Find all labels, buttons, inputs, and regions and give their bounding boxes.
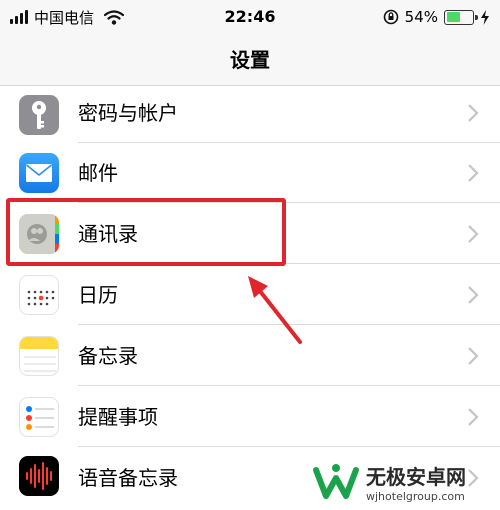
calendar-icon xyxy=(19,275,59,315)
chevron-right-icon xyxy=(468,104,479,122)
chevron-right-icon xyxy=(468,408,479,426)
charging-icon xyxy=(481,9,489,25)
chevron-right-icon xyxy=(468,286,479,304)
mail-icon xyxy=(19,153,59,193)
chevron-right-icon xyxy=(468,347,479,365)
chevron-right-icon xyxy=(468,225,479,243)
notes-icon xyxy=(19,336,59,376)
page-title: 设置 xyxy=(230,48,270,72)
status-right: 54% xyxy=(383,7,490,27)
battery-icon xyxy=(444,9,478,25)
watermark: 无极安卓网 wjhotelgroup.com xyxy=(312,458,498,506)
settings-row-reminders[interactable]: 提醒事项 xyxy=(0,387,500,447)
nav-bar: 设置 xyxy=(0,34,500,86)
highlight-box xyxy=(6,198,286,266)
row-label-reminders: 提醒事项 xyxy=(78,405,158,429)
orientation-lock-icon xyxy=(383,9,398,25)
row-label-voice-memos: 语音备忘录 xyxy=(78,466,178,490)
settings-row-passwords-accounts[interactable]: 密码与帐户 xyxy=(0,86,500,143)
voice-memos-icon xyxy=(19,456,59,496)
red-arrow-icon xyxy=(248,276,302,344)
battery-fill xyxy=(446,12,460,22)
status-bar: 中国电信 22:46 54% xyxy=(0,0,500,34)
settings-row-mail[interactable]: 邮件 xyxy=(0,143,500,203)
watermark-name: 无极安卓网 xyxy=(366,465,466,489)
row-label-notes: 备忘录 xyxy=(78,344,138,368)
chevron-right-icon xyxy=(468,164,479,182)
row-label-mail: 邮件 xyxy=(78,161,118,185)
key-icon xyxy=(19,95,59,135)
battery-percent: 54% xyxy=(404,8,438,26)
reminders-icon xyxy=(19,397,59,437)
row-label-passwords-accounts: 密码与帐户 xyxy=(78,101,178,125)
watermark-logo-icon xyxy=(313,464,359,499)
row-label-calendar: 日历 xyxy=(78,283,118,307)
watermark-url: wjhotelgroup.com xyxy=(366,490,465,503)
